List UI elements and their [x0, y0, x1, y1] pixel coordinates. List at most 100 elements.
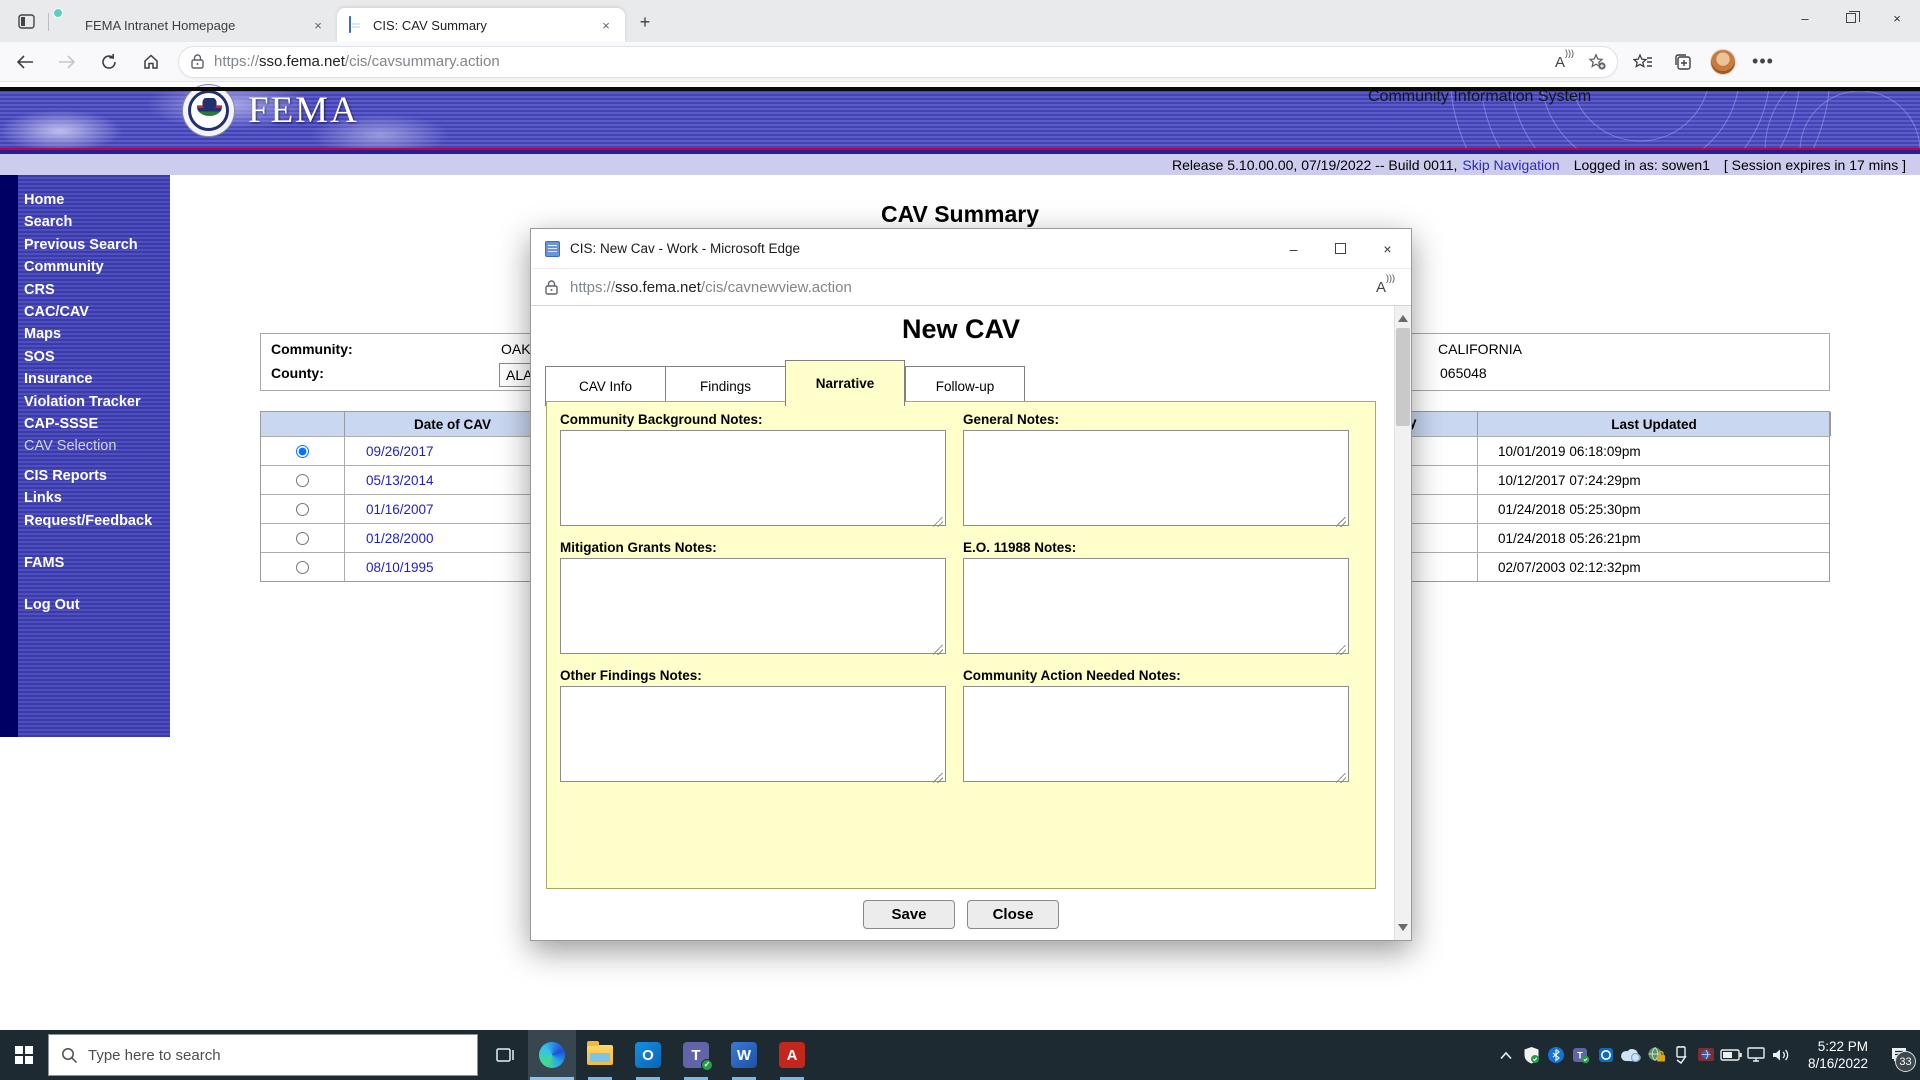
community-background-notes-textarea[interactable]	[560, 430, 946, 526]
onedrive-icon[interactable]	[1619, 1030, 1644, 1080]
sidebar-item-request-feedback[interactable]: Request/Feedback	[24, 510, 170, 532]
taskbar-clock[interactable]: 5:22 PM 8/16/2022	[1808, 1038, 1868, 1072]
favorites-icon[interactable]	[1628, 47, 1658, 77]
cav-date-link[interactable]: 01/16/2007	[366, 502, 434, 517]
sidebar-item-maps[interactable]: Maps	[24, 323, 170, 345]
close-button[interactable]: ×	[1874, 0, 1920, 36]
sidebar-item-log-out[interactable]: Log Out	[24, 594, 170, 616]
taskbar-search[interactable]	[48, 1034, 478, 1076]
battery-icon[interactable]	[1719, 1030, 1744, 1080]
sidebar-item-cap-ssse[interactable]: CAP-SSSE	[24, 413, 170, 435]
tab-cav-info[interactable]: CAV Info	[545, 366, 665, 406]
cav-row-radio[interactable]	[296, 531, 309, 545]
acrobat-icon[interactable]: A	[768, 1030, 816, 1080]
cav-row-radio[interactable]	[296, 502, 309, 516]
teams-tray-icon[interactable]: T	[1569, 1030, 1594, 1080]
sidebar-item-previous-search[interactable]: Previous Search	[24, 234, 170, 256]
windows-taskbar: O T✓ W A T	[0, 1030, 1920, 1080]
usb-device-icon[interactable]	[1669, 1030, 1694, 1080]
modal-scrollbar[interactable]	[1394, 306, 1411, 940]
sidebar-item-sos[interactable]: SOS	[24, 346, 170, 368]
modal-minimize-button[interactable]: –	[1270, 229, 1317, 269]
forward-icon[interactable]	[50, 45, 84, 79]
scroll-down-icon[interactable]	[1398, 924, 1408, 934]
modal-title-bar[interactable]: CIS: New Cav - Work - Microsoft Edge – ×	[531, 229, 1411, 269]
sidebar-item-fams[interactable]: FAMS	[24, 552, 170, 574]
restore-button[interactable]	[1828, 0, 1874, 36]
volume-icon[interactable]	[1769, 1030, 1794, 1080]
edge-taskbar-icon[interactable]	[528, 1030, 576, 1080]
scroll-up-icon[interactable]	[1398, 312, 1408, 322]
search-icon	[62, 1047, 78, 1063]
skip-navigation-link[interactable]: Skip Navigation	[1462, 157, 1559, 173]
sidebar-item-search[interactable]: Search	[24, 211, 170, 233]
save-button[interactable]: Save	[863, 900, 955, 929]
sidebar-item-violation-tracker[interactable]: Violation Tracker	[24, 391, 170, 413]
modal-close-button[interactable]: ×	[1364, 229, 1411, 269]
field-general-notes: General Notes:	[963, 412, 1355, 531]
file-explorer-icon[interactable]	[576, 1030, 624, 1080]
sidebar-item-cac-cav[interactable]: CAC/CAV	[24, 301, 170, 323]
refresh-icon[interactable]	[92, 45, 126, 79]
settings-menu-icon[interactable]: •••	[1748, 47, 1778, 77]
sidebar-item-links[interactable]: Links	[24, 487, 170, 509]
cav-date-link[interactable]: 08/10/1995	[366, 560, 434, 575]
app-globe-icon[interactable]	[1694, 1030, 1719, 1080]
new-tab-button[interactable]: +	[631, 8, 659, 36]
back-icon[interactable]	[8, 45, 42, 79]
header-clouds-art	[0, 91, 480, 148]
bluetooth-icon[interactable]	[1544, 1030, 1569, 1080]
sidebar-item-cis-reports[interactable]: CIS Reports	[24, 465, 170, 487]
cav-row-radio[interactable]	[296, 473, 309, 487]
dhs-seal	[182, 84, 235, 137]
sidebar-item-home[interactable]: Home	[24, 189, 170, 211]
notification-center-icon[interactable]: 33	[1878, 1030, 1920, 1080]
minimize-button[interactable]: –	[1782, 0, 1828, 36]
sidebar-item-crs[interactable]: CRS	[24, 279, 170, 301]
cav-row-radio[interactable]	[296, 444, 309, 458]
tab-close-icon[interactable]: ×	[597, 16, 615, 34]
cav-date-link[interactable]: 09/26/2017	[366, 444, 434, 459]
network-icon[interactable]	[1744, 1030, 1769, 1080]
home-icon[interactable]	[134, 45, 168, 79]
add-favorite-icon[interactable]	[1588, 52, 1607, 71]
tab-findings[interactable]: Findings	[665, 366, 785, 406]
mitigation-grants-notes-textarea[interactable]	[560, 558, 946, 654]
tab-cav-summary[interactable]: CIS: CAV Summary ×	[337, 8, 625, 42]
close-button[interactable]: Close	[967, 900, 1059, 929]
sidebar-item-community[interactable]: Community	[24, 256, 170, 278]
cav-date-link[interactable]: 05/13/2014	[366, 473, 434, 488]
search-input[interactable]	[88, 1046, 428, 1064]
last-updated-cell: 02/07/2003 02:12:32pm	[1498, 559, 1641, 575]
task-view-icon[interactable]	[482, 1030, 528, 1080]
modal-maximize-button[interactable]	[1317, 229, 1364, 269]
sidebar-secondary-group: CIS Reports Links Request/Feedback	[0, 458, 170, 532]
outlook-tray-icon[interactable]	[1594, 1030, 1619, 1080]
security-shield-icon[interactable]	[1519, 1030, 1544, 1080]
profile-avatar[interactable]	[1708, 47, 1738, 77]
other-findings-notes-textarea[interactable]	[560, 686, 946, 782]
read-aloud-icon[interactable]: A)))	[1555, 48, 1574, 71]
sidebar-item-insurance[interactable]: Insurance	[24, 368, 170, 390]
vpn-globe-lock-icon[interactable]	[1644, 1030, 1669, 1080]
tab-actions-icon[interactable]	[12, 7, 42, 37]
general-notes-textarea[interactable]	[963, 430, 1349, 526]
outlook-icon[interactable]: O	[624, 1030, 672, 1080]
cav-date-link[interactable]: 01/28/2000	[366, 531, 434, 546]
tab-narrative[interactable]: Narrative	[785, 360, 905, 406]
tab-follow-up[interactable]: Follow-up	[905, 366, 1025, 406]
collections-icon[interactable]	[1668, 47, 1698, 77]
teams-icon[interactable]: T ✓	[672, 1030, 720, 1080]
tray-chevron-icon[interactable]	[1494, 1030, 1519, 1080]
eo-11988-notes-textarea[interactable]	[963, 558, 1349, 654]
start-button[interactable]	[0, 1030, 48, 1080]
scrollbar-thumb[interactable]	[1396, 328, 1410, 426]
address-bar[interactable]: https://sso.fema.net/cis/cavsummary.acti…	[178, 45, 1618, 78]
read-aloud-icon[interactable]: A)))	[1376, 273, 1395, 296]
word-icon[interactable]: W	[720, 1030, 768, 1080]
cav-row-radio[interactable]	[296, 560, 309, 574]
community-action-needed-notes-textarea[interactable]	[963, 686, 1349, 782]
last-updated-cell: 10/12/2017 07:24:29pm	[1498, 472, 1641, 488]
tab-fema-intranet[interactable]: FEMA Intranet Homepage ×	[49, 8, 337, 42]
tab-close-icon[interactable]: ×	[309, 16, 327, 34]
